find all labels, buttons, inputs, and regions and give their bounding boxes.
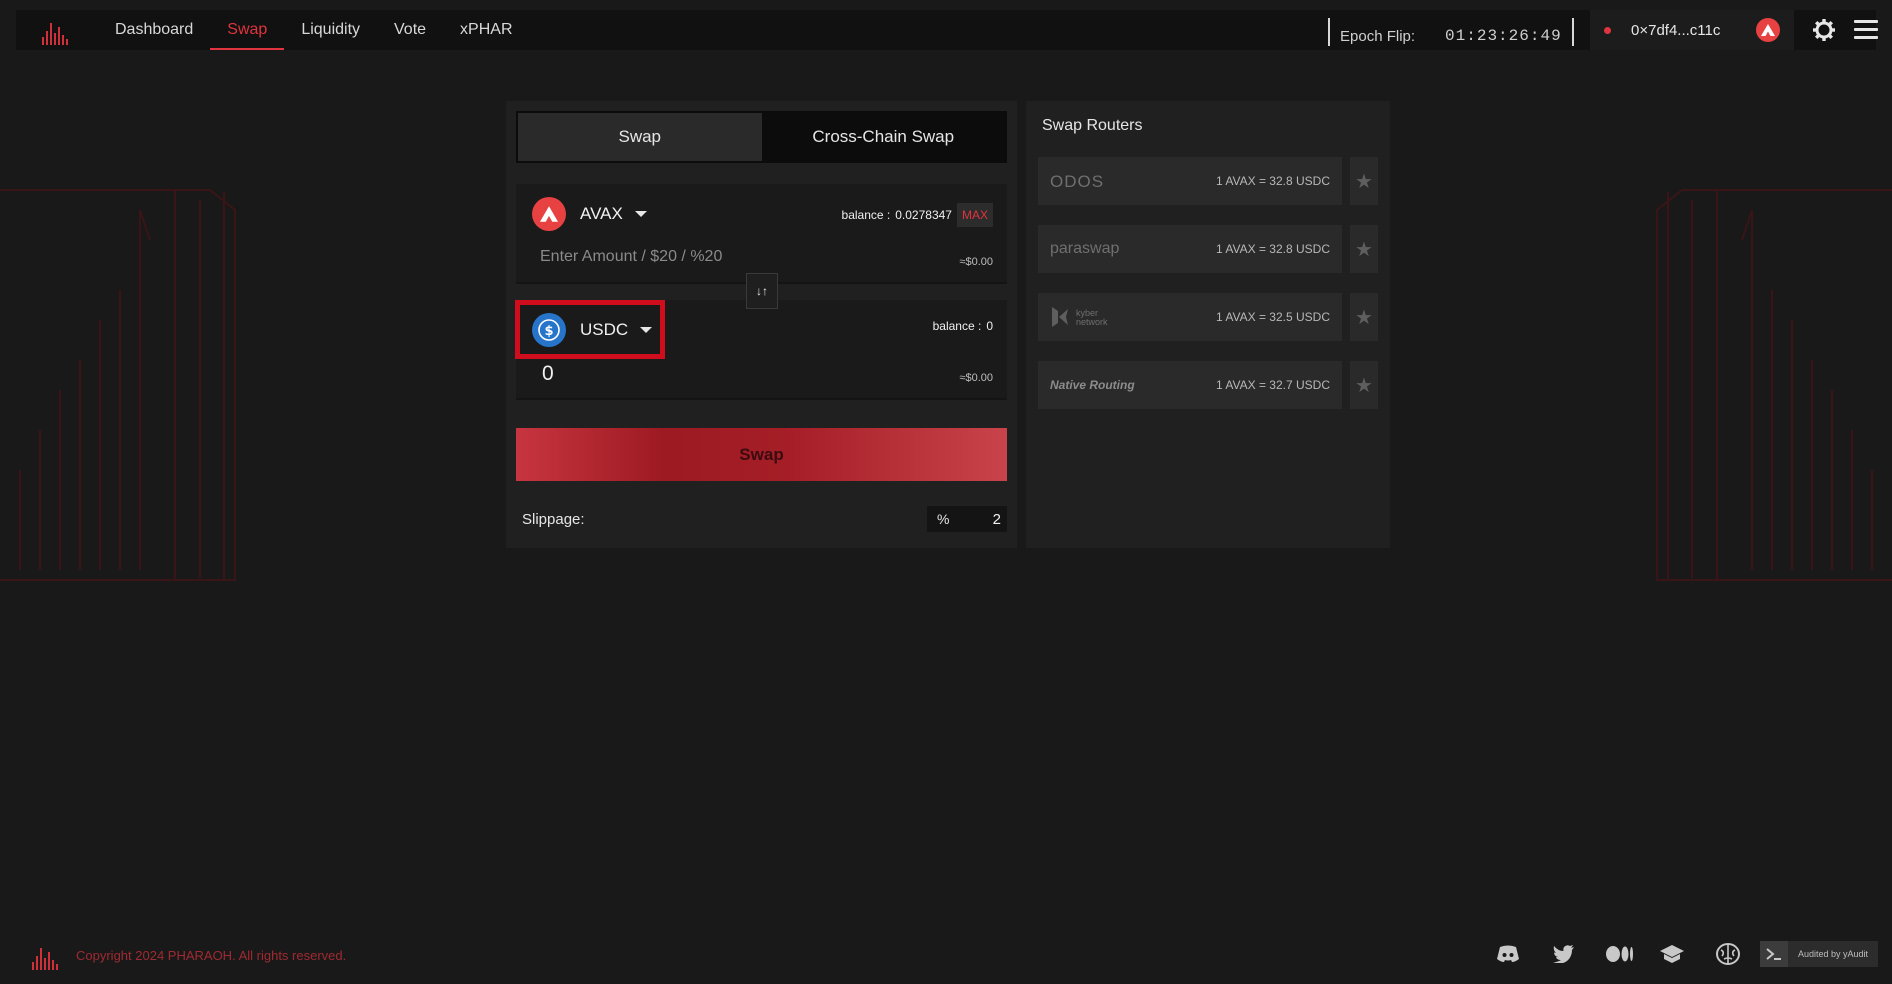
router-row-native: Native Routing 1 AVAX = 32.7 USDC ★ (1038, 361, 1378, 409)
routers-title: Swap Routers (1042, 117, 1143, 134)
balance-label: balance : (932, 319, 982, 333)
medium-icon[interactable] (1606, 942, 1634, 966)
from-balance-value: 0.0278347 (895, 208, 952, 222)
swap-tabs: Swap Cross-Chain Swap (516, 111, 1007, 163)
epoch-label: Epoch Flip: (1340, 27, 1416, 45)
router-option[interactable]: paraswap 1 AVAX = 32.8 USDC (1038, 225, 1342, 273)
chevron-down-icon (634, 211, 647, 217)
wallet-button[interactable]: 0×7df4...c11c (1590, 10, 1794, 50)
from-token-selector[interactable]: AVAX (532, 196, 647, 232)
from-token-panel: AVAX balance : 0.0278347 MAX ≈$0.00 (516, 184, 1007, 284)
swap-routers-panel: Swap Routers ODOS 1 AVAX = 32.8 USDC ★ p… (1026, 101, 1390, 548)
brain-icon[interactable] (1714, 942, 1742, 966)
nav-dashboard[interactable]: Dashboard (98, 10, 210, 50)
copyright-text: Copyright 2024 PHARAOH. All rights reser… (76, 948, 347, 963)
avax-icon (532, 197, 566, 231)
to-token-panel: $ USDC balance : 0 0 ≈$0.00 (516, 300, 1007, 400)
to-amount-output: 0 (542, 362, 554, 385)
slippage-label: Slippage: (522, 511, 585, 528)
router-name: paraswap (1050, 240, 1120, 257)
avax-network-icon[interactable] (1756, 18, 1780, 42)
from-amount-input[interactable] (540, 248, 840, 266)
router-option[interactable]: ODOS 1 AVAX = 32.8 USDC (1038, 157, 1342, 205)
discord-icon[interactable] (1494, 942, 1522, 966)
slippage-unit: % (937, 511, 950, 527)
twitter-icon[interactable] (1550, 942, 1578, 966)
hamburger-menu-icon[interactable] (1850, 14, 1882, 46)
router-rate: 1 AVAX = 32.8 USDC (1216, 242, 1330, 256)
kyber-logo-icon (1050, 305, 1070, 329)
epoch-flip: Epoch Flip: 01:23:26:49 (1328, 18, 1574, 46)
from-usd-value: ≈$0.00 (959, 256, 993, 268)
settings-gear-icon[interactable] (1808, 14, 1840, 46)
router-rate: 1 AVAX = 32.8 USDC (1216, 174, 1330, 188)
from-token-symbol: AVAX (580, 204, 623, 223)
audit-badge[interactable]: Audited by yAudit (1760, 941, 1878, 967)
router-row-kyber: kyber network 1 AVAX = 32.5 USDC ★ (1038, 293, 1378, 341)
nav-liquidity[interactable]: Liquidity (284, 10, 377, 50)
router-name: ODOS (1050, 172, 1105, 191)
router-row-odos: ODOS 1 AVAX = 32.8 USDC ★ (1038, 157, 1378, 205)
router-name: kyber network (1076, 308, 1108, 327)
swap-arrows-icon: ↓↑ (756, 284, 768, 298)
slippage-field: % (927, 506, 1007, 532)
swap-button[interactable]: Swap (516, 428, 1007, 481)
from-balance: balance : 0.0278347 MAX (842, 203, 993, 227)
decorative-art-right (1656, 189, 1892, 581)
audit-label: Audited by yAudit (1798, 949, 1869, 959)
max-button[interactable]: MAX (956, 203, 993, 227)
footer-logo[interactable] (32, 942, 66, 970)
terminal-icon (1760, 941, 1788, 967)
star-icon[interactable]: ★ (1350, 225, 1378, 273)
router-row-paraswap: paraswap 1 AVAX = 32.8 USDC ★ (1038, 225, 1378, 273)
usdc-icon: $ (532, 313, 566, 347)
slippage-input[interactable] (961, 510, 1001, 528)
svg-text:$: $ (544, 324, 553, 339)
top-nav: Dashboard Swap Liquidity Vote xPHAR Epoc… (16, 10, 1878, 50)
to-balance-value: 0 (986, 319, 993, 333)
docs-icon[interactable] (1658, 942, 1686, 966)
router-option[interactable]: Native Routing 1 AVAX = 32.7 USDC (1038, 361, 1342, 409)
tab-swap[interactable]: Swap (518, 113, 762, 161)
to-usd-value: ≈$0.00 (959, 372, 993, 384)
swap-card: Swap Cross-Chain Swap AVAX balance : 0.0… (506, 101, 1017, 548)
nav-xphar[interactable]: xPHAR (443, 10, 529, 50)
chevron-down-icon (640, 327, 653, 333)
to-balance: balance : 0 (933, 319, 993, 333)
router-rate: 1 AVAX = 32.7 USDC (1216, 378, 1330, 392)
nav-vote[interactable]: Vote (377, 10, 443, 50)
pharaoh-logo[interactable] (42, 15, 82, 45)
router-option[interactable]: kyber network 1 AVAX = 32.5 USDC (1038, 293, 1342, 341)
connection-status-dot (1604, 26, 1611, 34)
star-icon[interactable]: ★ (1350, 361, 1378, 409)
switch-tokens-button[interactable]: ↓↑ (746, 273, 778, 309)
star-icon[interactable]: ★ (1350, 293, 1378, 341)
star-icon[interactable]: ★ (1350, 157, 1378, 205)
wallet-address: 0×7df4...c11c (1631, 21, 1721, 39)
epoch-countdown: 01:23:26:49 (1445, 27, 1562, 45)
tab-cross-chain-swap[interactable]: Cross-Chain Swap (762, 113, 1006, 161)
to-token-selector[interactable]: $ USDC (532, 312, 653, 348)
decorative-art-left (0, 189, 236, 581)
balance-label: balance : (841, 208, 891, 222)
router-rate: 1 AVAX = 32.5 USDC (1216, 310, 1330, 324)
to-token-symbol: USDC (580, 320, 629, 339)
nav-swap[interactable]: Swap (210, 10, 285, 50)
router-name: Native Routing (1050, 378, 1135, 392)
